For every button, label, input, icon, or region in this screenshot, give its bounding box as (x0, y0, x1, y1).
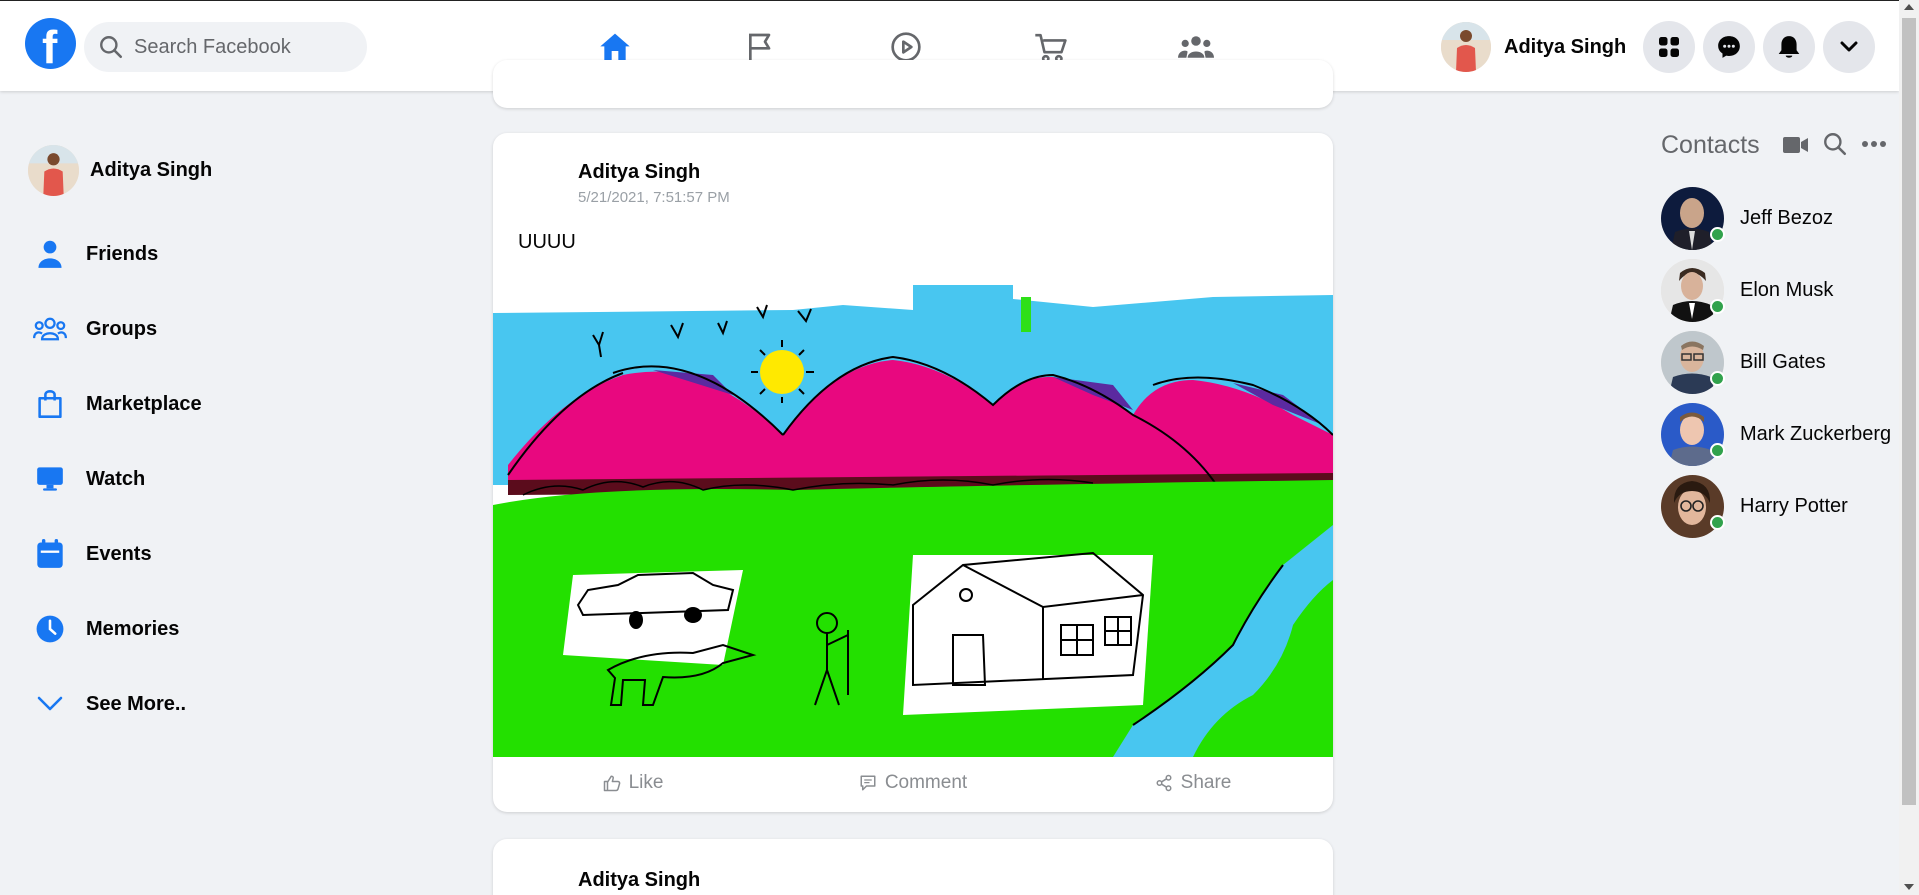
contact-avatar (1661, 186, 1725, 250)
search-input[interactable] (134, 22, 359, 72)
like-button[interactable]: Like (493, 757, 773, 809)
contact-item[interactable]: Bill Gates (1661, 330, 1901, 394)
sidebar-item-label: Memories (86, 617, 180, 640)
scroll-thumb[interactable] (1902, 18, 1916, 805)
sidebar-item-watch[interactable]: Watch (28, 449, 408, 509)
comment-icon (860, 775, 876, 791)
account-button[interactable] (1823, 21, 1875, 73)
contact-name: Harry Potter (1740, 494, 1848, 517)
post-author[interactable]: Aditya Singh (578, 869, 700, 892)
contact-avatar (1661, 474, 1725, 538)
user-avatar (1441, 22, 1491, 72)
sidebar-item-label: Groups (86, 317, 158, 340)
post-author[interactable]: Aditya Singh (578, 161, 700, 184)
sidebar-item-marketplace[interactable]: Marketplace (28, 374, 408, 434)
sidebar-item-events[interactable]: Events (28, 524, 408, 584)
header-user-name: Aditya Singh (1504, 35, 1627, 58)
contact-item[interactable]: Elon Musk (1661, 258, 1901, 322)
post-card: Aditya Singh 5/21/2021, 7:51:57 PM UUUU (493, 133, 1333, 812)
like-label: Like (628, 772, 664, 793)
more-options-icon[interactable] (1861, 140, 1887, 148)
share-icon (1156, 774, 1172, 792)
sidebar-item-label: Watch (86, 467, 146, 490)
scroll-up-arrow[interactable] (1904, 4, 1914, 10)
contact-name: Bill Gates (1740, 350, 1826, 373)
thumbs-up-icon (603, 775, 620, 792)
video-call-icon[interactable] (1782, 134, 1810, 156)
sidebar-item-see-more[interactable]: See More.. (28, 674, 408, 734)
friends-icon (38, 240, 62, 268)
marketplace-cart-icon (1035, 33, 1067, 63)
sidebar-item-friends[interactable]: Friends (28, 224, 408, 284)
messenger-icon (1718, 36, 1740, 58)
search-box[interactable] (84, 22, 367, 72)
events-calendar-icon (37, 539, 63, 568)
watch-monitor-icon (37, 467, 63, 491)
watch-play-icon (891, 32, 921, 62)
contacts-title: Contacts (1661, 131, 1760, 159)
marketplace-bag-icon (38, 390, 62, 418)
search-icon (100, 36, 123, 59)
sidebar-item-label: See More.. (86, 692, 187, 715)
sidebar-avatar (28, 144, 79, 196)
chevron-down-icon (37, 696, 63, 711)
contact-name: Jeff Bezoz (1740, 206, 1834, 229)
post-card: Aditya Singh (493, 839, 1333, 895)
search-contacts-icon[interactable] (1822, 131, 1848, 157)
sidebar-profile[interactable]: Aditya Singh (28, 140, 348, 200)
sidebar-item-label: Marketplace (86, 392, 202, 415)
previous-post-card (493, 60, 1333, 108)
contact-item[interactable]: Harry Potter (1661, 474, 1901, 538)
online-indicator (1710, 226, 1725, 242)
share-button[interactable]: Share (1053, 757, 1333, 809)
contact-avatar (1661, 258, 1725, 322)
notifications-bell-icon (1778, 36, 1800, 58)
sidebar-item-groups[interactable]: Groups (28, 299, 408, 359)
online-indicator (1710, 514, 1725, 530)
online-indicator (1710, 442, 1725, 458)
page-scrollbar[interactable] (1899, 0, 1919, 895)
menu-button[interactable] (1643, 21, 1695, 73)
contact-name: Mark Zuckerberg (1740, 422, 1892, 445)
header-profile-link[interactable]: Aditya Singh (1441, 22, 1627, 72)
post-actions-bar: Like Comment Share (493, 757, 1333, 809)
contact-name: Elon Musk (1740, 278, 1834, 301)
post-image-drawing[interactable] (493, 285, 1333, 757)
post-timestamp[interactable]: 5/21/2021, 7:51:57 PM (578, 189, 730, 206)
contact-item[interactable]: Jeff Bezoz (1661, 186, 1901, 250)
sidebar-item-label: Events (86, 542, 152, 565)
online-indicator (1710, 298, 1725, 314)
comment-label: Comment (884, 772, 968, 793)
contact-avatar (1661, 330, 1725, 394)
sidebar-profile-name: Aditya Singh (90, 158, 213, 181)
online-indicator (1710, 370, 1725, 386)
contact-item[interactable]: Mark Zuckerberg (1661, 402, 1901, 466)
memories-clock-icon (36, 615, 64, 643)
groups-icon (33, 317, 67, 341)
messenger-button[interactable] (1703, 21, 1755, 73)
scroll-down-arrow[interactable] (1904, 884, 1914, 890)
contact-avatar (1661, 402, 1725, 466)
sidebar-item-memories[interactable]: Memories (28, 599, 408, 659)
comment-button[interactable]: Comment (773, 757, 1053, 809)
menu-grid-icon (1659, 37, 1679, 57)
account-chevron-icon (1840, 41, 1858, 52)
sidebar-item-label: Friends (86, 242, 159, 265)
pages-flag-icon (749, 33, 771, 61)
post-text: UUUU (518, 231, 576, 253)
groups-icon (1178, 36, 1214, 58)
notifications-button[interactable] (1763, 21, 1815, 73)
home-icon (600, 33, 630, 61)
facebook-logo-letter: f (42, 21, 58, 73)
share-label: Share (1180, 772, 1232, 793)
facebook-logo[interactable]: f (25, 18, 76, 73)
